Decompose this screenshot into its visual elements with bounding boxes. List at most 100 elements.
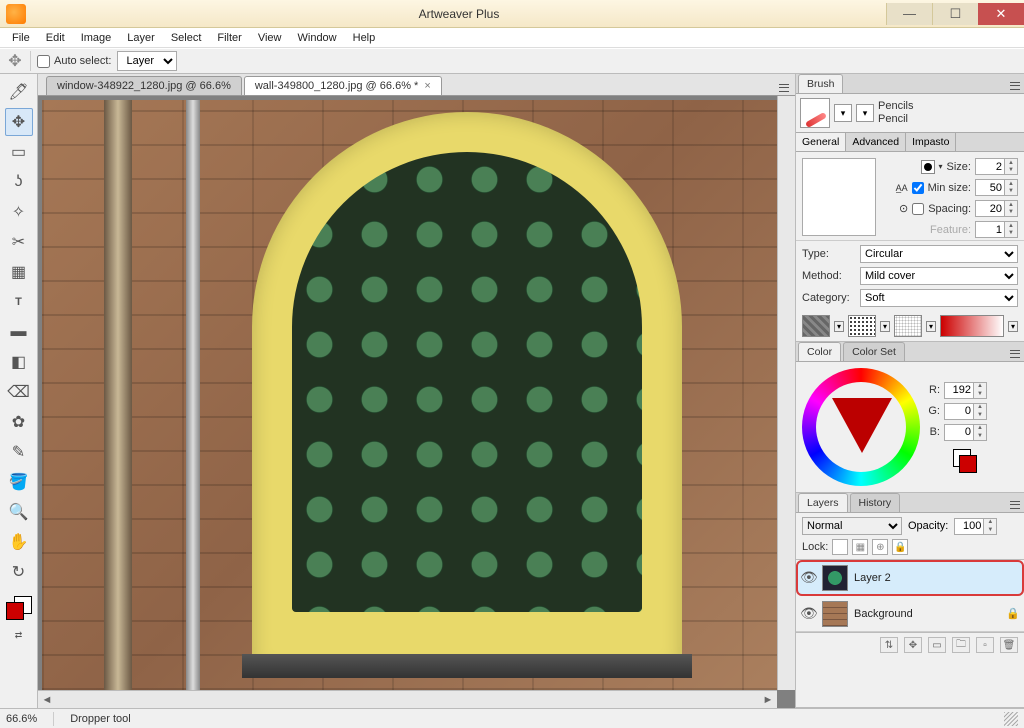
fill-tool[interactable]: 🪣 bbox=[5, 468, 33, 496]
document-tab-1[interactable]: wall-349800_1280.jpg @ 66.6% * × bbox=[244, 76, 442, 95]
menu-file[interactable]: File bbox=[4, 30, 38, 46]
brush-tool[interactable]: 🖊 bbox=[5, 78, 33, 106]
auto-select-input[interactable] bbox=[37, 55, 50, 68]
brush-method-select[interactable]: Mild cover bbox=[860, 267, 1018, 285]
feature-input[interactable]: ▲▼ bbox=[975, 221, 1018, 238]
layers-tab[interactable]: Layers bbox=[798, 493, 848, 512]
scroll-right-icon[interactable]: ► bbox=[759, 691, 777, 709]
menu-select[interactable]: Select bbox=[163, 30, 210, 46]
panel-fg-swatch[interactable] bbox=[959, 455, 977, 473]
stamp-tool[interactable]: ✿ bbox=[5, 408, 33, 436]
gradient-tool[interactable]: ◧ bbox=[5, 348, 33, 376]
menu-image[interactable]: Image bbox=[73, 30, 120, 46]
color-set-tab[interactable]: Color Set bbox=[843, 342, 905, 361]
zoom-level[interactable]: 66.6% bbox=[6, 713, 37, 725]
paper-texture-swatch[interactable] bbox=[802, 315, 830, 337]
spacing-input[interactable]: ▲▼ bbox=[975, 200, 1018, 217]
size-input[interactable]: ▲▼ bbox=[975, 158, 1018, 175]
panel-menu-icon[interactable] bbox=[1008, 498, 1022, 512]
scroll-left-icon[interactable]: ◄ bbox=[38, 691, 56, 709]
layer-thumbnail[interactable] bbox=[822, 601, 848, 627]
minsize-checkbox[interactable] bbox=[912, 182, 924, 194]
spacing-checkbox[interactable] bbox=[912, 203, 924, 215]
color-wheel[interactable] bbox=[802, 368, 920, 486]
magic-wand-tool[interactable]: ✧ bbox=[5, 198, 33, 226]
auto-select-checkbox[interactable]: Auto select: bbox=[37, 55, 111, 68]
visibility-icon[interactable]: 👁 bbox=[800, 605, 816, 622]
brush-category-select[interactable]: Soft bbox=[860, 289, 1018, 307]
move-tool[interactable]: ✥ bbox=[5, 108, 33, 136]
layer-row[interactable]: 👁 Layer 2 bbox=[796, 560, 1024, 596]
text-tool[interactable]: T bbox=[5, 288, 33, 316]
menu-view[interactable]: View bbox=[250, 30, 290, 46]
brush-subtab-general[interactable]: General bbox=[796, 133, 846, 151]
lasso-tool[interactable]: ʖ bbox=[5, 168, 33, 196]
panel-menu-icon[interactable] bbox=[1008, 347, 1022, 361]
new-group-button[interactable]: 🗀 bbox=[952, 637, 970, 653]
menu-window[interactable]: Window bbox=[290, 30, 345, 46]
perspective-tool[interactable]: ▦ bbox=[5, 258, 33, 286]
menu-layer[interactable]: Layer bbox=[119, 30, 163, 46]
horizontal-scrollbar[interactable]: ◄ ► bbox=[38, 690, 777, 708]
color-triangle[interactable] bbox=[832, 398, 892, 453]
document-tab-0[interactable]: window-348922_1280.jpg @ 66.6% bbox=[46, 76, 242, 95]
brush-subtab-impasto[interactable]: Impasto bbox=[906, 133, 956, 151]
menu-edit[interactable]: Edit bbox=[38, 30, 73, 46]
lock-transparent-button[interactable] bbox=[832, 539, 848, 555]
tab-menu-icon[interactable] bbox=[777, 81, 791, 95]
maximize-button[interactable]: ☐ bbox=[932, 3, 978, 25]
current-tool-label: Dropper tool bbox=[70, 713, 131, 725]
layer-fx-button[interactable]: ✥ bbox=[904, 637, 922, 653]
brush-panel-tab[interactable]: Brush bbox=[798, 74, 843, 93]
color-b-input[interactable]: ▲▼ bbox=[944, 424, 987, 441]
brush-preview-icon[interactable] bbox=[800, 98, 830, 128]
tip-shape-icon[interactable] bbox=[921, 160, 935, 174]
blend-mode-select[interactable]: Normal bbox=[802, 517, 902, 535]
shape-tool[interactable]: ▬ bbox=[5, 318, 33, 346]
vertical-scrollbar[interactable] bbox=[777, 96, 795, 690]
panel-color-swatches[interactable] bbox=[953, 449, 981, 473]
layer-mask-button[interactable]: ▭ bbox=[928, 637, 946, 653]
eraser-tool[interactable]: ⌫ bbox=[5, 378, 33, 406]
swap-colors-icon[interactable]: ⇄ bbox=[15, 630, 23, 641]
brush-type-select[interactable]: Circular bbox=[860, 245, 1018, 263]
zoom-tool[interactable]: 🔍 bbox=[5, 498, 33, 526]
canvas[interactable] bbox=[42, 100, 777, 690]
brush-variant-dropdown[interactable]: ▾ bbox=[856, 104, 874, 122]
pattern-swatch[interactable] bbox=[848, 315, 876, 337]
rotate-tool[interactable]: ↻ bbox=[5, 558, 33, 586]
delete-layer-button[interactable]: 🗑 bbox=[1000, 637, 1018, 653]
menu-filter[interactable]: Filter bbox=[209, 30, 249, 46]
grain-swatch[interactable] bbox=[894, 315, 922, 337]
new-layer-button[interactable]: ▫ bbox=[976, 637, 994, 653]
lock-all-button[interactable]: 🔒 bbox=[892, 539, 908, 555]
hand-tool[interactable]: ✋ bbox=[5, 528, 33, 556]
lock-image-button[interactable]: ▦ bbox=[852, 539, 868, 555]
color-g-input[interactable]: ▲▼ bbox=[944, 403, 987, 420]
visibility-icon[interactable]: 👁 bbox=[800, 569, 816, 586]
resize-grip-icon[interactable] bbox=[1004, 712, 1018, 726]
minimize-button[interactable]: — bbox=[886, 3, 932, 25]
minsize-input[interactable]: ▲▼ bbox=[975, 179, 1018, 196]
gradient-swatch[interactable] bbox=[940, 315, 1004, 337]
close-button[interactable]: ✕ bbox=[978, 3, 1024, 25]
layer-thumbnail[interactable] bbox=[822, 565, 848, 591]
color-r-input[interactable]: ▲▼ bbox=[944, 382, 987, 399]
color-tab[interactable]: Color bbox=[798, 342, 841, 361]
crop-tool[interactable]: ✂ bbox=[5, 228, 33, 256]
color-swatches[interactable] bbox=[4, 596, 34, 626]
menu-help[interactable]: Help bbox=[345, 30, 384, 46]
brush-preset-dropdown[interactable]: ▾ bbox=[834, 104, 852, 122]
link-layers-button[interactable]: ⇅ bbox=[880, 637, 898, 653]
opacity-input[interactable]: ▲▼ bbox=[954, 518, 997, 535]
panel-menu-icon[interactable] bbox=[1008, 79, 1022, 93]
eyedropper-tool[interactable]: ✎ bbox=[5, 438, 33, 466]
close-tab-icon[interactable]: × bbox=[424, 80, 430, 92]
auto-select-target[interactable]: Layer bbox=[117, 51, 177, 71]
brush-subtab-advanced[interactable]: Advanced bbox=[846, 133, 906, 151]
layer-row[interactable]: 👁 Background 🔒 bbox=[796, 596, 1024, 632]
marquee-tool[interactable]: ▭ bbox=[5, 138, 33, 166]
foreground-color-swatch[interactable] bbox=[6, 602, 24, 620]
lock-position-button[interactable]: ⊕ bbox=[872, 539, 888, 555]
history-tab[interactable]: History bbox=[850, 493, 901, 512]
